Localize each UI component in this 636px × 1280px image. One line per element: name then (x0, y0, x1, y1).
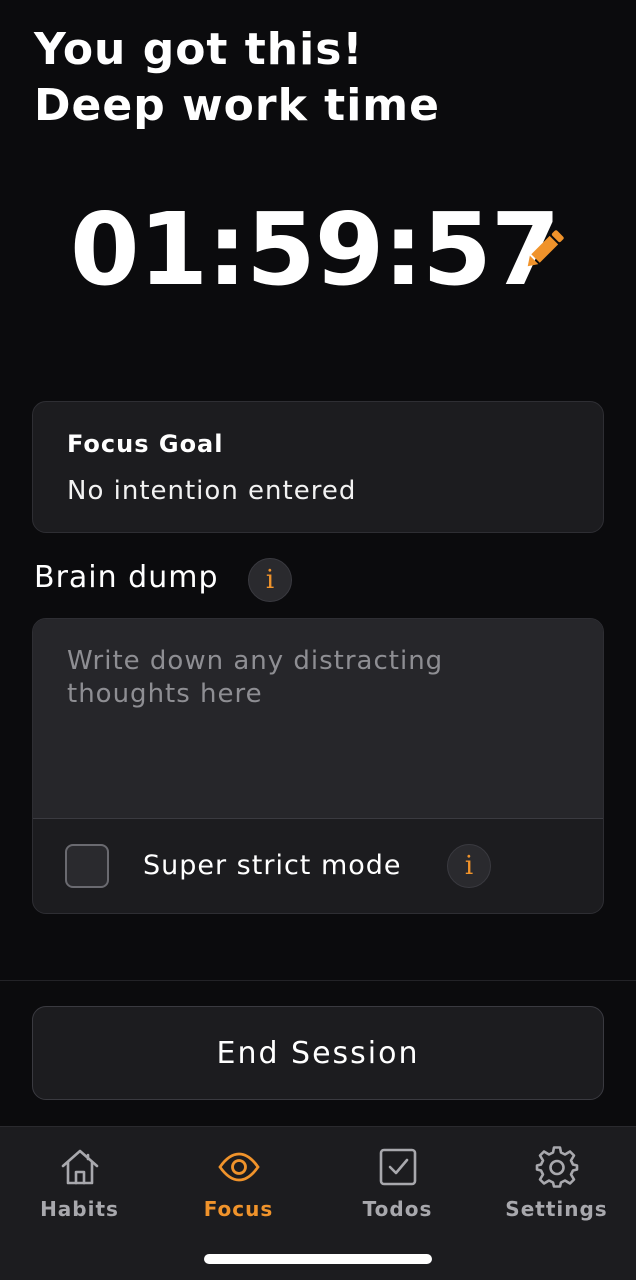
end-session-button[interactable]: End Session (32, 1006, 604, 1100)
tab-todos[interactable]: Todos (318, 1127, 477, 1227)
home-icon (58, 1145, 102, 1189)
brain-dump-card: Super strict mode i (32, 618, 604, 914)
brain-dump-info-button[interactable]: i (248, 558, 292, 602)
brain-dump-input[interactable] (33, 619, 603, 819)
tab-settings[interactable]: Settings (477, 1127, 636, 1227)
info-icon: i (464, 851, 474, 881)
tab-focus[interactable]: Focus (159, 1127, 318, 1227)
tab-todos-label: Todos (362, 1197, 433, 1221)
eye-icon (217, 1145, 261, 1189)
info-icon: i (265, 565, 275, 595)
strict-mode-info-button[interactable]: i (447, 844, 491, 888)
page-title: You got this! Deep work time (34, 22, 440, 134)
tab-habits-label: Habits (40, 1197, 119, 1221)
tab-focus-label: Focus (203, 1197, 274, 1221)
home-indicator (204, 1254, 432, 1264)
headline-line-2: Deep work time (34, 80, 440, 131)
headline-line-1: You got this! (34, 24, 364, 75)
gear-icon (535, 1145, 579, 1189)
tab-settings-label: Settings (505, 1197, 608, 1221)
strict-mode-label: Super strict mode (143, 850, 402, 881)
checkbox-icon (376, 1145, 420, 1189)
focus-goal-value: No intention entered (67, 476, 357, 506)
divider (0, 980, 636, 981)
pencil-icon (527, 230, 564, 267)
tab-habits[interactable]: Habits (0, 1127, 159, 1227)
focus-goal-card[interactable]: Focus Goal No intention entered (32, 401, 604, 533)
edit-timer-button[interactable] (516, 222, 572, 278)
strict-mode-row: Super strict mode i (33, 820, 603, 913)
brain-dump-label: Brain dump (34, 560, 219, 595)
countdown-timer: 01:59:57 (70, 191, 560, 308)
focus-goal-title: Focus Goal (67, 430, 224, 458)
strict-mode-checkbox[interactable] (65, 844, 109, 888)
